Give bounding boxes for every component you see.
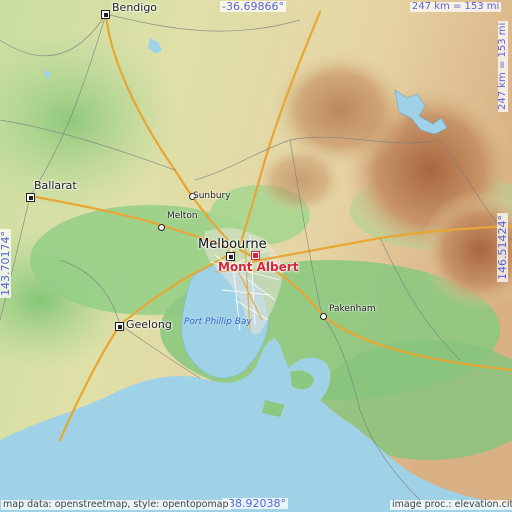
bendigo-label: Bendigo bbox=[112, 1, 158, 14]
melton-label: Melton bbox=[167, 211, 198, 221]
scale-top-label: 247 km = 153 mi bbox=[410, 1, 502, 12]
geelong-marker bbox=[115, 322, 124, 331]
latitude-top-label: -36.69866° bbox=[220, 0, 286, 13]
scale-right-label: 247 km = 153 mi bbox=[497, 20, 508, 112]
latitude-bottom-label: -38.92038° bbox=[222, 497, 288, 510]
map-canvas[interactable]: Bendigo Ballarat Sunbury Melton Melbourn… bbox=[0, 0, 512, 512]
port-phillip-bay-label: Port Phillip Bay bbox=[184, 317, 252, 327]
longitude-right-label: 146.51424° bbox=[496, 213, 509, 282]
pakenham-marker bbox=[320, 313, 327, 320]
bendigo-marker bbox=[101, 10, 110, 19]
target-location-label: Mont Albert bbox=[218, 260, 299, 274]
image-attribution: image proc.: elevation.city bbox=[390, 500, 512, 510]
geelong-label: Geelong bbox=[126, 318, 172, 331]
target-location-marker[interactable] bbox=[251, 251, 260, 260]
pakenham-label: Pakenham bbox=[329, 304, 376, 314]
longitude-left-label: 143.70174° bbox=[0, 229, 12, 298]
melbourne-label: Melbourne bbox=[198, 237, 267, 252]
ballarat-marker bbox=[26, 193, 35, 202]
melton-marker bbox=[158, 224, 165, 231]
sunbury-label: Sunbury bbox=[193, 191, 231, 201]
ballarat-label: Ballarat bbox=[34, 179, 77, 192]
map-attribution: map data: openstreetmap, style: opentopo… bbox=[1, 499, 231, 510]
